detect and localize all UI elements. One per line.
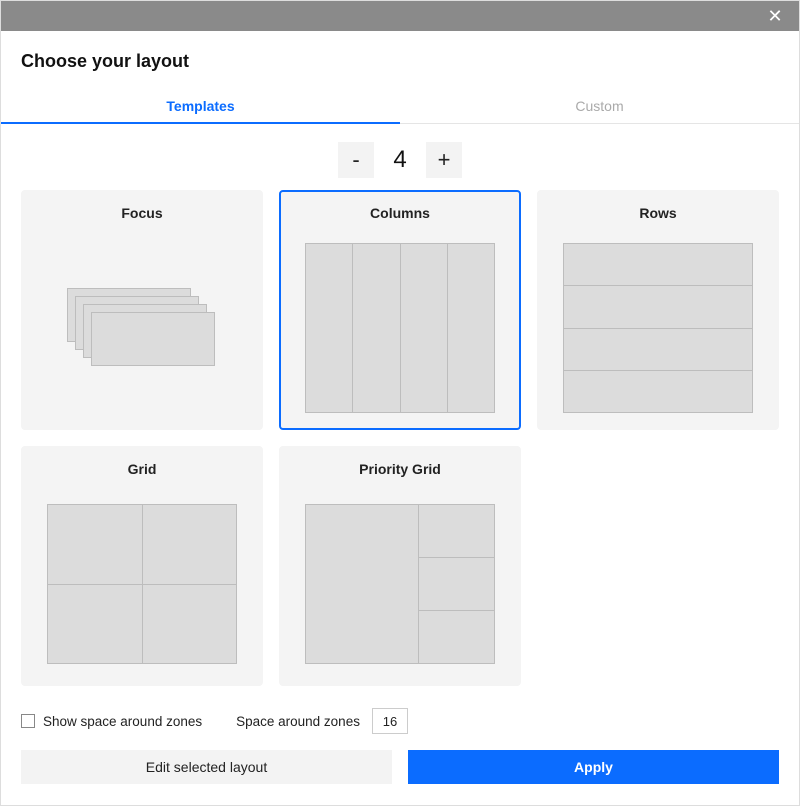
options-row: Show space around zones Space around zon… (21, 708, 779, 734)
priority-grid-icon (305, 504, 495, 664)
apply-button[interactable]: Apply (408, 750, 779, 784)
checkbox-icon (21, 714, 35, 728)
close-button[interactable]: ✕ (755, 1, 795, 31)
rows-grid-icon (563, 243, 753, 413)
decrement-button[interactable]: - (338, 142, 374, 178)
focus-stack-icon (67, 288, 217, 368)
window-titlebar: ✕ (1, 1, 799, 31)
template-preview-focus (47, 243, 237, 413)
template-preview-priority-grid (305, 499, 495, 669)
close-icon: ✕ (767, 6, 782, 27)
buttons-row: Edit selected layout Apply (21, 750, 779, 784)
edit-selected-layout-button[interactable]: Edit selected layout (21, 750, 392, 784)
template-preview-columns (305, 243, 495, 413)
show-space-checkbox-wrap[interactable]: Show space around zones (21, 714, 202, 729)
tab-custom[interactable]: Custom (400, 88, 799, 123)
tabs-bar: Templates Custom (1, 88, 799, 124)
template-preview-grid (47, 499, 237, 669)
zone-count-stepper: - 4 + (21, 142, 779, 178)
space-around-zones-field: Space around zones (236, 708, 408, 734)
template-title: Focus (121, 205, 162, 221)
grid-icon (47, 504, 237, 664)
template-title: Priority Grid (359, 461, 441, 477)
space-around-input[interactable] (372, 708, 408, 734)
dialog-content: Choose your layout Templates Custom - 4 … (1, 31, 799, 794)
templates-grid: Focus Columns Rows G (21, 190, 779, 686)
increment-button[interactable]: + (426, 142, 462, 178)
template-card-rows[interactable]: Rows (537, 190, 779, 430)
tab-templates[interactable]: Templates (1, 88, 400, 124)
columns-grid-icon (305, 243, 495, 413)
template-title: Rows (639, 205, 676, 221)
template-title: Columns (370, 205, 430, 221)
show-space-label: Show space around zones (43, 714, 202, 729)
template-card-focus[interactable]: Focus (21, 190, 263, 430)
template-card-grid[interactable]: Grid (21, 446, 263, 686)
template-card-columns[interactable]: Columns (279, 190, 521, 430)
template-title: Grid (128, 461, 157, 477)
template-card-priority-grid[interactable]: Priority Grid (279, 446, 521, 686)
zone-count-value: 4 (390, 146, 410, 174)
dialog-title: Choose your layout (21, 51, 779, 72)
template-preview-rows (563, 243, 753, 413)
space-around-label: Space around zones (236, 714, 360, 729)
